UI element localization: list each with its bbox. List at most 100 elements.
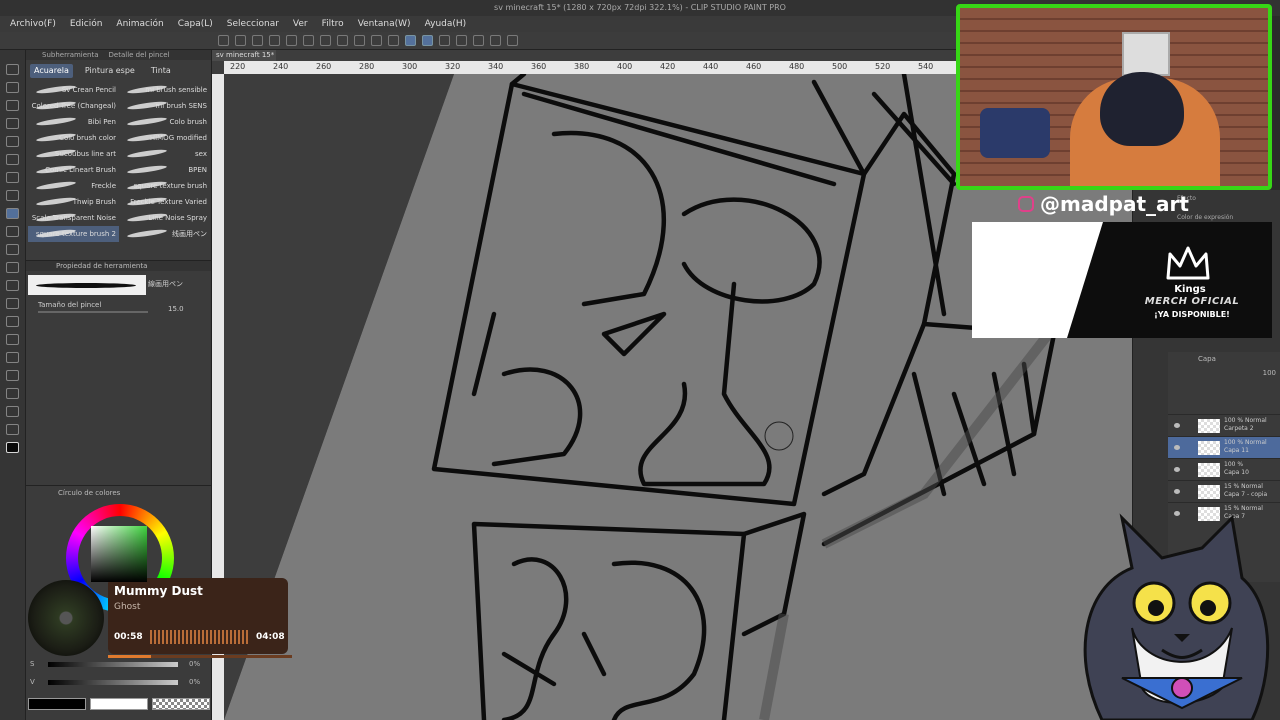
layer-opacity[interactable]: 100 [1263, 366, 1276, 380]
menu-ayuda[interactable]: Ayuda(H) [425, 16, 467, 32]
brush-item[interactable]: Freckle [28, 178, 119, 194]
brush-item[interactable]: Sv Crean Pencil [28, 82, 119, 98]
move-tool-icon[interactable] [6, 82, 19, 93]
text-tool-icon[interactable] [6, 388, 19, 399]
background-color-swatch[interactable] [90, 698, 148, 710]
layer-row[interactable]: 15 % Normal Capa 7 - copia [1168, 480, 1280, 502]
s-slider[interactable] [48, 662, 178, 667]
brush-item[interactable]: Sucoubus line art [28, 146, 119, 162]
balloon-tool-icon[interactable] [6, 406, 19, 417]
redo-icon[interactable] [303, 35, 314, 46]
fill-icon[interactable] [337, 35, 348, 46]
document-tab[interactable]: sv minecraft 15* [212, 50, 276, 61]
menu-archivo[interactable]: Archivo(F) [10, 16, 56, 32]
select-tool-icon[interactable] [6, 100, 19, 111]
brush-size-value[interactable]: 15.0 [168, 305, 184, 313]
group-tab-pintura[interactable]: Pintura espe [81, 64, 139, 78]
menu-ver[interactable]: Ver [293, 16, 308, 32]
brush-item[interactable]: sex [119, 146, 210, 162]
menu-seleccionar[interactable]: Seleccionar [227, 16, 279, 32]
layer-name: Carpeta 2 [1224, 425, 1254, 432]
watercolor-tool-icon[interactable] [6, 208, 19, 219]
brush-item[interactable]: HIMOG modified [119, 130, 210, 146]
blend-tool-icon[interactable] [6, 280, 19, 291]
fill-tool-icon[interactable] [6, 298, 19, 309]
eyedropper-tool-icon[interactable] [6, 136, 19, 147]
airbrush-tool-icon[interactable] [6, 226, 19, 237]
brush-item-label: Sucoubus line art [55, 150, 116, 158]
transform-icon[interactable] [354, 35, 365, 46]
eraser-tool-icon[interactable] [6, 262, 19, 273]
foreground-color-swatch[interactable] [28, 698, 86, 710]
brush-item[interactable]: Thwip Brush [28, 194, 119, 210]
gradient-tool-icon[interactable] [6, 316, 19, 327]
menu-ventana[interactable]: Ventana(W) [358, 16, 411, 32]
zoom-icon[interactable] [473, 35, 484, 46]
save-icon[interactable] [252, 35, 263, 46]
flip-icon[interactable] [456, 35, 467, 46]
menu-animacion[interactable]: Animación [116, 16, 163, 32]
brush-group-tabs: Acuarela Pintura espe Tinta [26, 64, 211, 78]
export-icon[interactable] [269, 35, 280, 46]
subtool-panel: Subherramienta Detalle del pincel Acuare… [26, 50, 212, 260]
brush-item[interactable]: square texture brush [119, 178, 210, 194]
brush-item[interactable]: Scale Transparent Noise [28, 210, 119, 226]
main-color-swatch[interactable] [6, 442, 19, 453]
layer-info: 15 % Normal Capa 7 - copia [1224, 483, 1267, 499]
decoration-tool-icon[interactable] [6, 244, 19, 255]
brush-item[interactable]: Bibi Pen [28, 114, 119, 130]
brush-stroke-preview [126, 164, 168, 175]
brush-item[interactable]: 线画用ペン [119, 226, 210, 242]
menu-capa[interactable]: Capa(L) [178, 16, 213, 32]
brush-item[interactable]: Colored Tree (Changeal) [28, 98, 119, 114]
visibility-eye-icon[interactable] [1174, 467, 1180, 472]
s-value: 0% [189, 660, 201, 668]
brush-item[interactable]: mi brush sensible [119, 82, 210, 98]
pen-tool-icon[interactable] [6, 154, 19, 165]
brush-stroke-preview [126, 228, 168, 239]
ruler-tool-icon[interactable] [6, 370, 19, 381]
menu-filtro[interactable]: Filtro [322, 16, 344, 32]
tab-detalle-pincel[interactable]: Detalle del pincel [109, 50, 170, 60]
brush-item[interactable]: Freckle Texture Varied [119, 194, 210, 210]
brush-item[interactable]: Line Noise Spray [119, 210, 210, 226]
deselect-icon[interactable] [371, 35, 382, 46]
snap-ruler-icon[interactable] [405, 35, 416, 46]
figure-tool-icon[interactable] [6, 334, 19, 345]
menu-edicion[interactable]: Edición [70, 16, 103, 32]
visibility-eye-icon[interactable] [1174, 423, 1180, 428]
tab-subherramienta[interactable]: Subherramienta [42, 50, 99, 60]
clear-icon[interactable] [320, 35, 331, 46]
brush-item[interactable]: Colo brush color [28, 130, 119, 146]
visibility-eye-icon[interactable] [1174, 445, 1180, 450]
rotate-icon[interactable] [439, 35, 450, 46]
brush-item[interactable]: BPEN [119, 162, 210, 178]
transparent-color-swatch[interactable] [152, 698, 210, 710]
new-file-icon[interactable] [218, 35, 229, 46]
open-file-icon[interactable] [235, 35, 246, 46]
snap-grid-icon[interactable] [422, 35, 433, 46]
frame-tool-icon[interactable] [6, 352, 19, 363]
brush-item[interactable]: Colo brush [119, 114, 210, 130]
brush-item[interactable]: Comic Lineart Brush [28, 162, 119, 178]
lasso-tool-icon[interactable] [6, 118, 19, 129]
layer-row[interactable]: 100 % Normal Carpeta 2 [1168, 414, 1280, 436]
settings-icon[interactable] [490, 35, 501, 46]
correct-line-tool-icon[interactable] [6, 424, 19, 435]
brush-size-slider[interactable] [38, 311, 148, 313]
group-tab-acuarela[interactable]: Acuarela [30, 64, 73, 78]
fit-icon[interactable] [507, 35, 518, 46]
brush-item[interactable]: square texture brush 2 [28, 226, 119, 242]
layer-row[interactable]: 100 % Capa 10 [1168, 458, 1280, 480]
saturation-value-square[interactable] [91, 526, 147, 582]
brush-tool-icon[interactable] [6, 190, 19, 201]
group-tab-tinta[interactable]: Tinta [147, 64, 175, 78]
crop-icon[interactable] [388, 35, 399, 46]
layer-row[interactable]: 100 % Normal Capa 11 [1168, 436, 1280, 458]
visibility-eye-icon[interactable] [1174, 489, 1180, 494]
undo-icon[interactable] [286, 35, 297, 46]
v-slider[interactable] [48, 680, 178, 685]
zoom-tool-icon[interactable] [6, 64, 19, 75]
brush-item[interactable]: mi brush SENS [119, 98, 210, 114]
pencil-tool-icon[interactable] [6, 172, 19, 183]
